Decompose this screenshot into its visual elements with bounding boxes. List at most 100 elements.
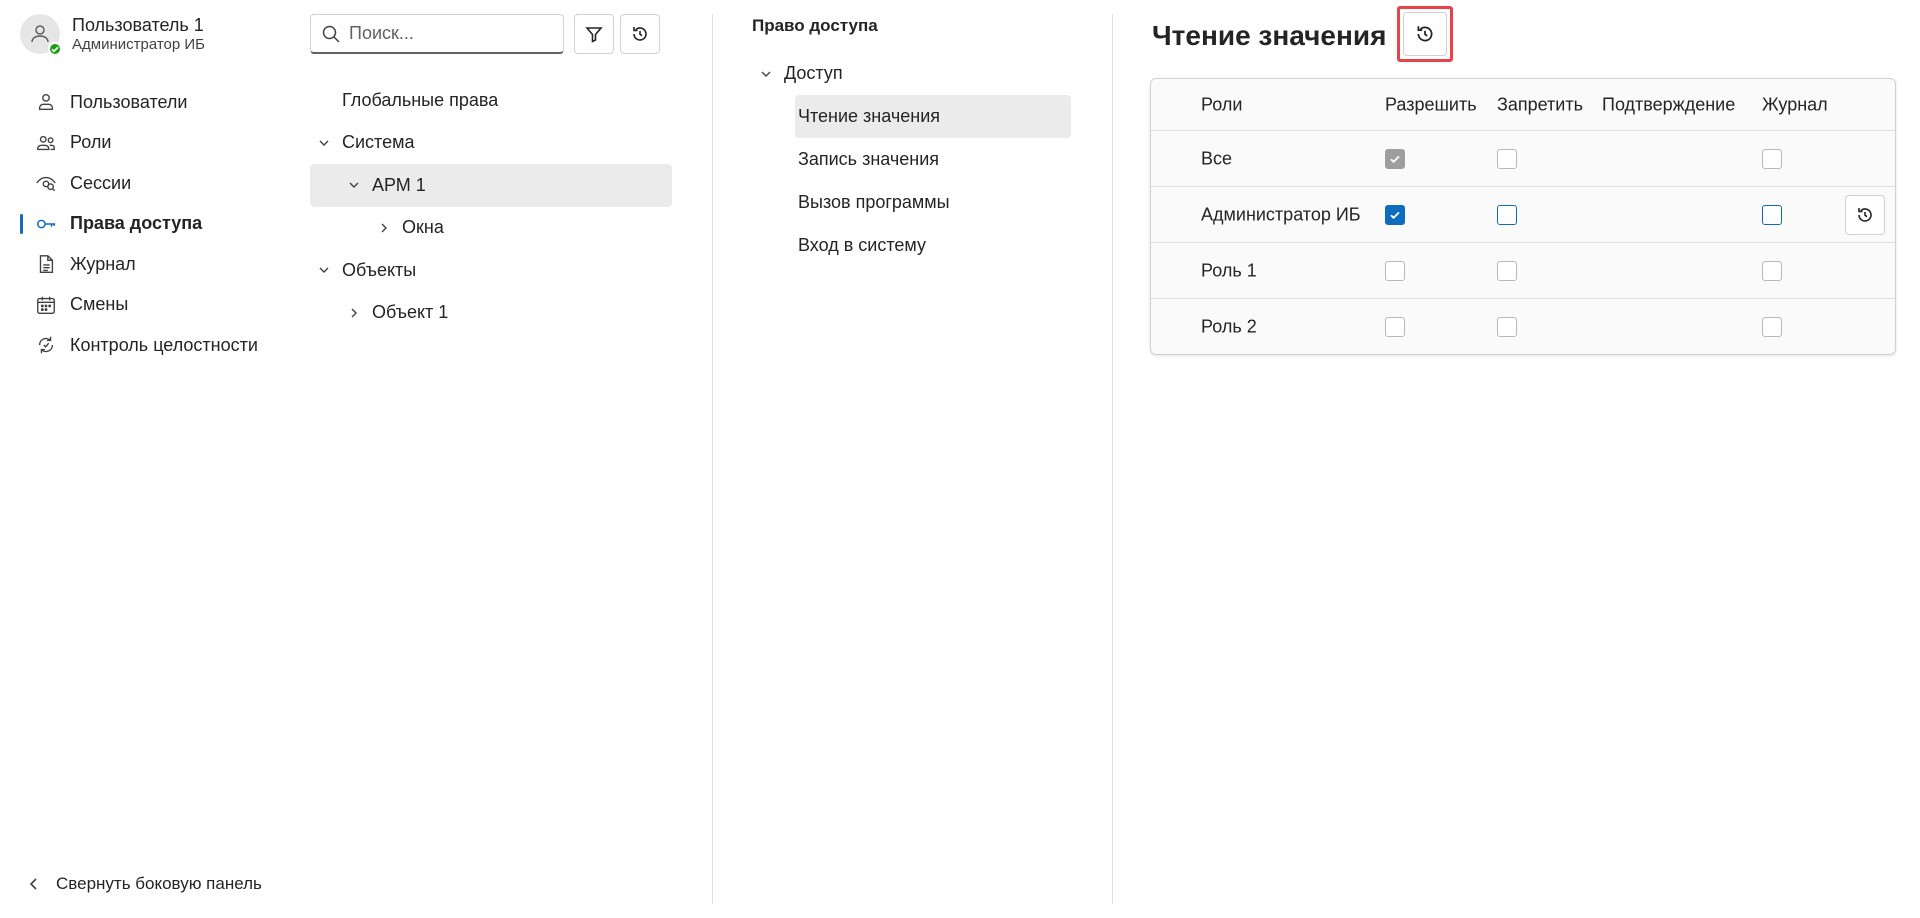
checkmark-icon (51, 46, 59, 53)
nav-item-roles[interactable]: Роли (0, 123, 300, 164)
chevron-down-icon[interactable] (316, 135, 332, 151)
search-box (310, 14, 564, 54)
presence-badge (48, 42, 62, 56)
tree-item[interactable]: Глобальные права (310, 79, 672, 122)
nav-item-label: Смены (70, 294, 129, 315)
tree-item[interactable]: Объект 1 (310, 292, 672, 335)
journal-checkbox[interactable] (1762, 148, 1782, 169)
history-icon (1858, 207, 1872, 222)
avatar (20, 14, 62, 56)
table-row: Роль 1 (1151, 243, 1895, 299)
table-row: Администратор ИБ (1151, 187, 1895, 243)
person-icon (31, 25, 49, 43)
nav-menu: Пользователи Роли Сессии Права доступа Ж… (0, 82, 300, 366)
tree-item[interactable]: Система (310, 122, 672, 165)
grid-header: Роли Разрешить Запретить Подтверждение Ж… (1151, 79, 1895, 131)
panel-divider (1112, 14, 1113, 904)
chevron-right-icon[interactable] (346, 305, 362, 321)
nav-item-integrity-control[interactable]: Контроль целостности (0, 325, 300, 366)
rights-panel-title: Право доступа (752, 16, 878, 35)
rights-item-selected[interactable]: Чтение значения (795, 95, 1071, 138)
nav-item-label: Журнал (70, 253, 136, 274)
nav-item-sessions[interactable]: Сессии (0, 163, 300, 204)
chevron-down-icon[interactable] (316, 262, 332, 278)
nav-item-label: Сессии (70, 172, 132, 193)
person-icon (38, 94, 54, 111)
rights-group[interactable]: Доступ (752, 52, 1072, 95)
deny-checkbox[interactable] (1497, 148, 1517, 169)
rights-group-label: Доступ (784, 63, 843, 83)
collapse-sidebar-label: Свернуть боковую панель (56, 874, 262, 893)
panel-divider (712, 14, 713, 904)
allow-checkbox[interactable] (1385, 260, 1405, 281)
rights-tree: Доступ Чтение значения Запись значения В… (752, 52, 1072, 267)
column-header-roles: Роли (1201, 94, 1243, 114)
nav-item-access-rights[interactable]: Права доступа (0, 204, 300, 245)
column-header-deny: Запретить (1497, 94, 1583, 114)
filter-button[interactable] (574, 14, 614, 54)
column-header-allow: Разрешить (1385, 94, 1477, 114)
rights-item[interactable]: Вызов программы (795, 181, 1072, 224)
highlighted-reset-button-frame (1397, 6, 1453, 62)
rights-item-label: Чтение значения (798, 106, 940, 126)
key-icon (37, 219, 56, 229)
journal-checkbox[interactable] (1762, 260, 1782, 281)
tree-item-label: Объект 1 (372, 302, 449, 323)
table-row: Все (1151, 131, 1895, 187)
tree-item-label: Глобальные права (342, 89, 499, 110)
document-icon (39, 255, 54, 274)
deny-checkbox[interactable] (1497, 260, 1517, 281)
column-header-confirm: Подтверждение (1602, 94, 1736, 114)
nav-item-label: Пользователи (70, 91, 188, 112)
history-icon (633, 27, 647, 41)
reset-row-button[interactable] (1845, 194, 1885, 235)
user-role: Администратор ИБ (72, 36, 206, 53)
nav-item-label: Контроль целостности (70, 334, 258, 355)
allow-checkbox[interactable] (1385, 317, 1405, 337)
tree-item-label: АРМ 1 (372, 174, 426, 195)
tree-item[interactable]: Окна (310, 207, 672, 250)
checkmark-icon (1390, 155, 1400, 163)
sidebar: Пользователь 1 Администратор ИБ Пользова… (0, 0, 300, 918)
tree-item-label: Система (342, 132, 415, 153)
user-card[interactable]: Пользователь 1 Администратор ИБ (20, 14, 206, 56)
allow-checkbox[interactable] (1385, 204, 1405, 225)
rights-item-label: Вход в систему (798, 235, 926, 255)
role-name: Все (1201, 148, 1233, 168)
reset-permission-button[interactable] (1403, 12, 1447, 56)
column-header-journal: Журнал (1762, 94, 1828, 114)
collapse-sidebar-button[interactable]: Свернуть боковую панель (26, 874, 262, 894)
nav-item-label: Права доступа (70, 213, 203, 234)
user-name: Пользователь 1 (72, 15, 204, 35)
tree-item-selected[interactable]: АРМ 1 (310, 164, 672, 207)
role-name: Роль 1 (1201, 260, 1257, 280)
nav-item-journal[interactable]: Журнал (0, 244, 300, 285)
chevron-down-icon[interactable] (346, 177, 362, 193)
reset-tree-button[interactable] (620, 14, 660, 54)
tree-item-label: Окна (402, 217, 444, 238)
role-name: Администратор ИБ (1201, 204, 1361, 224)
calendar-icon (37, 296, 55, 314)
rights-item[interactable]: Вход в систему (795, 224, 1072, 267)
search-input[interactable] (349, 23, 549, 44)
allow-checkbox[interactable] (1385, 148, 1405, 169)
permissions-grid: Роли Разрешить Запретить Подтверждение Ж… (1150, 78, 1896, 355)
tree-item-label: Объекты (342, 259, 417, 280)
deny-checkbox[interactable] (1497, 204, 1517, 225)
arrow-sync-icon (38, 337, 54, 354)
chevron-right-icon[interactable] (376, 220, 392, 236)
page-title: Чтение значения (1152, 20, 1387, 51)
table-row: Роль 2 (1151, 299, 1895, 354)
nav-item-users[interactable]: Пользователи (0, 82, 300, 123)
chevron-down-icon[interactable] (758, 66, 774, 82)
filter-icon (585, 27, 603, 43)
rights-item-label: Запись значения (798, 149, 940, 169)
journal-checkbox[interactable] (1762, 317, 1782, 337)
nav-item-shifts[interactable]: Смены (0, 285, 300, 326)
search-icon (322, 25, 340, 43)
tree-item[interactable]: Объекты (310, 249, 672, 292)
history-icon (1417, 26, 1433, 42)
rights-item[interactable]: Запись значения (795, 138, 1072, 181)
journal-checkbox[interactable] (1762, 204, 1782, 225)
deny-checkbox[interactable] (1497, 317, 1517, 337)
